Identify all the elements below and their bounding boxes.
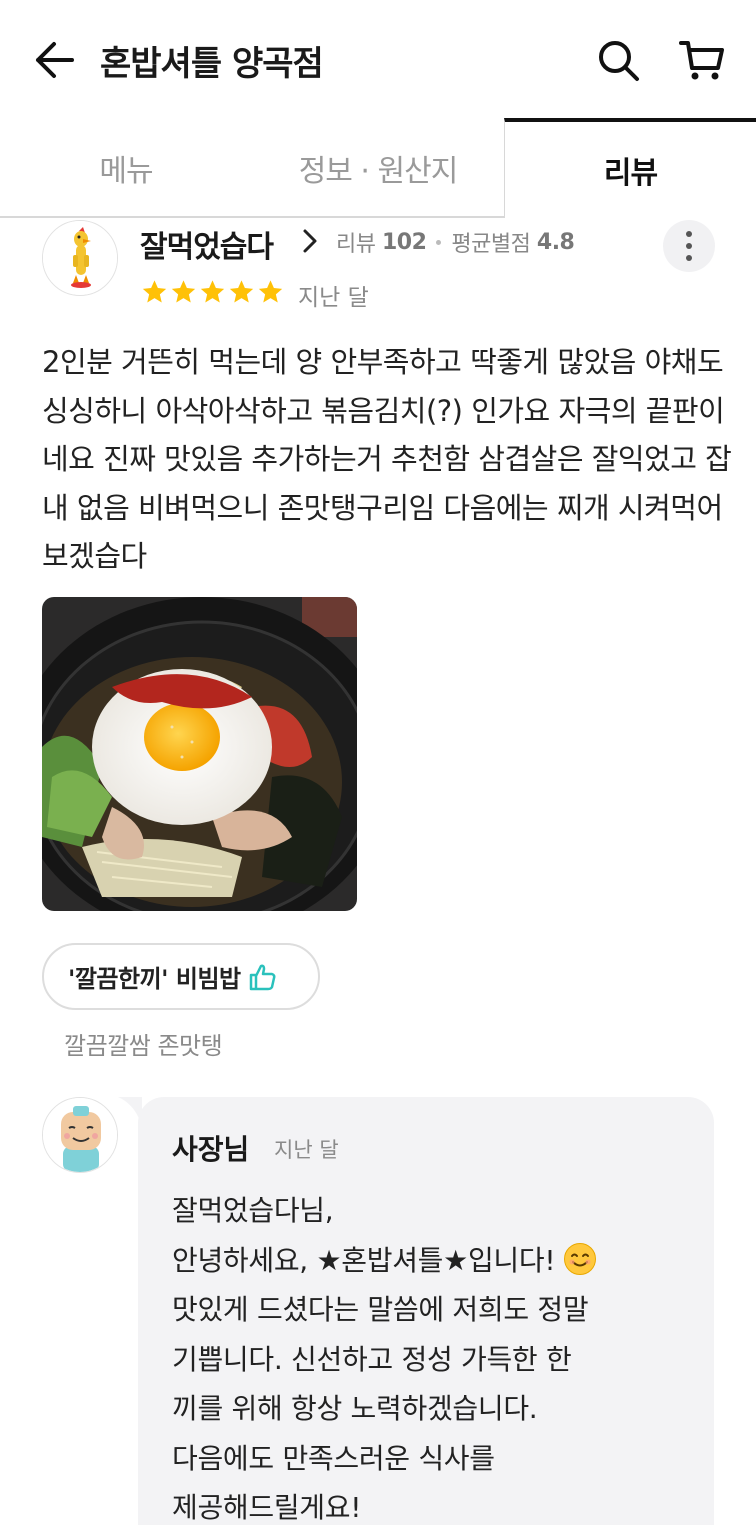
reviewer-stats: 리뷰 102 평균별점 4.8 (336, 226, 575, 258)
tab-review[interactable]: 리뷰 (504, 118, 756, 218)
ordered-menu-tag[interactable]: '깔끔한끼' 비빔밥 (42, 943, 320, 1010)
star-icon (169, 278, 198, 306)
app-header: 혼밥셔틀 양곡점 (0, 0, 756, 118)
separator-dot (436, 239, 442, 245)
review-text: 2인분 거뜬히 먹는데 양 안부족하고 딱좋게 많았음 야채도 싱싱하니 아삭아… (42, 345, 732, 573)
reply-line: 제공해드릴게요! (172, 1491, 362, 1524)
tab-menu[interactable]: 메뉴 (0, 118, 252, 218)
smiling-face-emoji-icon (563, 1242, 597, 1276)
reviewer-name[interactable]: 잘먹었습다 (140, 222, 274, 266)
chevron-right-icon[interactable] (300, 228, 320, 254)
owner-name: 사장님 (172, 1133, 250, 1166)
menu-comment: 깔끔깔쌈 존맛탱 (64, 1032, 223, 1060)
owner-reply-text: 잘먹었습다님, 안녕하세요, ★혼밥셔틀★입니다! 맛있게 드셨다는 말씀에 저… (172, 1186, 692, 1525)
thumbs-up-icon (247, 962, 277, 992)
star-icon (227, 278, 256, 306)
reply-line: 맛있게 드셨다는 말씀에 저희도 정말 (172, 1293, 589, 1326)
tab-info[interactable]: 정보 · 원산지 (252, 118, 504, 218)
reply-line: 잘먹었습다님, (172, 1194, 334, 1227)
owner-avatar (42, 1097, 118, 1173)
review-count-label: 리뷰 (336, 232, 376, 257)
avg-rating-label: 평균별점 (451, 232, 531, 257)
avg-rating: 4.8 (536, 229, 575, 255)
reply-line-greeting: 안녕하세요, ★혼밥셔틀★입니다! (172, 1236, 692, 1286)
review-date: 지난 달 (298, 285, 369, 311)
star-icon (256, 278, 285, 306)
reviewer-avatar[interactable] (42, 220, 118, 296)
review-photo[interactable] (42, 597, 357, 911)
owner-reply-date: 지난 달 (274, 1138, 339, 1162)
review-count: 102 (381, 229, 427, 255)
reply-line: 끼를 위해 항상 노력하겠습니다. (172, 1392, 538, 1425)
star-icon (198, 278, 227, 306)
store-tabs: 메뉴 정보 · 원산지 리뷰 (0, 118, 756, 218)
reply-line: 안녕하세요, ★혼밥셔틀★입니다! (172, 1243, 556, 1277)
cart-icon[interactable] (678, 38, 726, 82)
star-icon (140, 278, 169, 306)
menu-tag-label: '깔끔한끼' 비빔밥 (68, 965, 241, 993)
more-options-icon[interactable] (663, 220, 715, 272)
reply-line: 기쁩니다. 신선하고 정성 가득한 한 (172, 1342, 572, 1376)
store-title: 혼밥셔틀 양곡점 (100, 44, 324, 84)
search-icon[interactable] (596, 38, 640, 82)
star-rating (140, 278, 285, 306)
reply-line: 다음에도 만족스러운 식사를 (172, 1441, 495, 1475)
back-arrow-icon[interactable] (32, 40, 76, 80)
